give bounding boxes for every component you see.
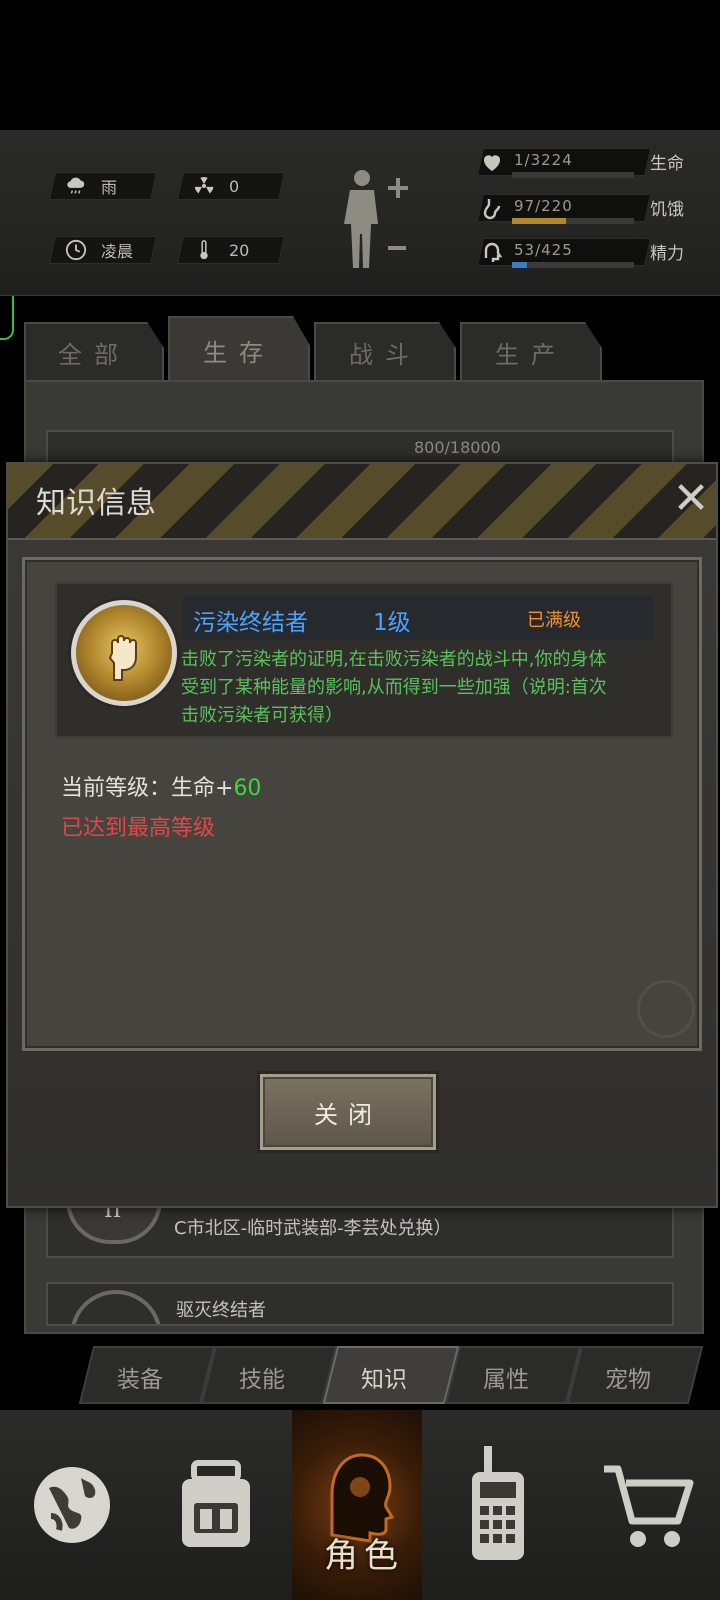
energy-value: 53/425 <box>514 241 573 259</box>
hunger-value: 97/220 <box>514 197 573 215</box>
bottom-navigation: 角色 <box>0 1410 720 1600</box>
nav-character-label: 角色 <box>324 1536 404 1576</box>
health-value: 1/3224 <box>514 151 573 169</box>
energy-label: 精力 <box>650 244 684 264</box>
skill-desc-line2: 受到了某种能量的影响,从而得到一些加强（说明:首次 <box>181 677 607 698</box>
stomach-icon <box>483 199 501 220</box>
health-label: 生命 <box>650 154 684 174</box>
skill-title-bar: 污染终结者 1级 已满级 <box>183 596 653 640</box>
weather-label: 雨 <box>101 178 118 197</box>
list-item-desc-line2: C市北区-临时武装部-李芸处兑换） <box>174 1218 452 1239</box>
tab-survival[interactable]: 生存 <box>168 316 310 382</box>
current-level-bonus: 60 <box>233 776 262 801</box>
dialog-header: 知识信息 ✕ <box>8 464 716 540</box>
sub-tab-attributes[interactable]: 属性 <box>446 1360 566 1394</box>
weather-chip: 雨 <box>49 172 157 200</box>
skill-desc-line1: 击败了污染者的证明,在击败污染者的战斗中,你的身体 <box>181 649 607 670</box>
tab-combat[interactable]: 战斗 <box>314 322 456 380</box>
clock-icon <box>65 239 87 261</box>
temperature-chip: 20 <box>177 236 285 264</box>
body-figure-icon[interactable] <box>338 166 412 276</box>
temperature-value: 20 <box>229 240 250 260</box>
nav-character[interactable]: 角色 <box>292 1410 422 1600</box>
skill-card: 污染终结者 1级 已满级 击败了污染者的证明,在击败污染者的战斗中,你的身体 受… <box>55 582 673 738</box>
skill-description: 击败了污染者的证明,在击败污染者的战斗中,你的身体 受到了某种能量的影响,从而得… <box>181 646 651 730</box>
time-chip: 凌晨 <box>49 236 157 264</box>
knowledge-info-dialog: 知识信息 ✕ 污染终结者 1级 已满级 击败了污染者的证明,在击败污染者的战斗中… <box>6 462 718 1208</box>
cart-icon <box>604 1465 694 1547</box>
thermometer-icon <box>200 240 208 260</box>
status-panel: 雨 0 凌晨 20 1/3224 生命 97/220 饥饿 53/425 精力 <box>0 130 720 296</box>
globe-icon <box>34 1467 110 1543</box>
close-icon[interactable]: ✕ <box>670 477 712 521</box>
hunger-label: 饥饿 <box>650 200 684 220</box>
rain-cloud-icon <box>67 177 85 194</box>
max-level-text: 已达到最高等级 <box>61 816 216 841</box>
list-item-title: 驱灭终结者 <box>176 1300 266 1321</box>
close-button[interactable]: 关闭 <box>260 1074 436 1150</box>
nav-shop[interactable] <box>576 1410 720 1600</box>
current-level-label: 当前等级：生命+ <box>61 776 234 801</box>
radiation-chip: 0 <box>177 172 285 200</box>
radiation-icon <box>194 176 214 194</box>
skill-name: 污染终结者 <box>193 610 308 636</box>
dialog-content: 污染终结者 1级 已满级 击败了污染者的证明,在击败污染者的战斗中,你的身体 受… <box>22 557 702 1051</box>
tab-production[interactable]: 生产 <box>460 322 602 380</box>
list-item-progress: 800/18000 <box>414 438 501 457</box>
tab-all[interactable]: 全部 <box>24 322 164 380</box>
nav-inventory[interactable] <box>144 1410 288 1600</box>
dialog-title: 知识信息 <box>36 486 156 521</box>
nav-radio[interactable] <box>426 1410 570 1600</box>
radiation-value: 0 <box>229 176 240 196</box>
energy-fill <box>512 262 528 268</box>
radiation-watermark-icon <box>637 980 695 1038</box>
fist-icon <box>71 600 177 706</box>
current-level-text: 当前等级：生命+60 <box>61 770 261 802</box>
sub-tab-equipment[interactable]: 装备 <box>80 1360 200 1394</box>
badge-icon <box>70 1290 162 1324</box>
sub-tab-skills[interactable]: 技能 <box>202 1360 322 1394</box>
hunger-fill <box>512 218 566 224</box>
backpack-icon <box>182 1460 250 1547</box>
sub-tab-knowledge[interactable]: 知识 <box>324 1360 444 1394</box>
time-label: 凌晨 <box>101 242 134 261</box>
heart-icon <box>483 155 501 171</box>
sub-tab-pets[interactable]: 宠物 <box>568 1360 688 1394</box>
skill-max-status: 已满级 <box>527 610 581 631</box>
nav-map[interactable] <box>0 1410 144 1600</box>
radio-icon <box>472 1446 524 1560</box>
brain-icon <box>484 242 503 262</box>
list-item[interactable]: 驱灭终结者 <box>46 1282 674 1326</box>
skill-desc-line3: 击败污染者可获得） <box>181 705 343 726</box>
skill-level: 1级 <box>373 610 411 636</box>
